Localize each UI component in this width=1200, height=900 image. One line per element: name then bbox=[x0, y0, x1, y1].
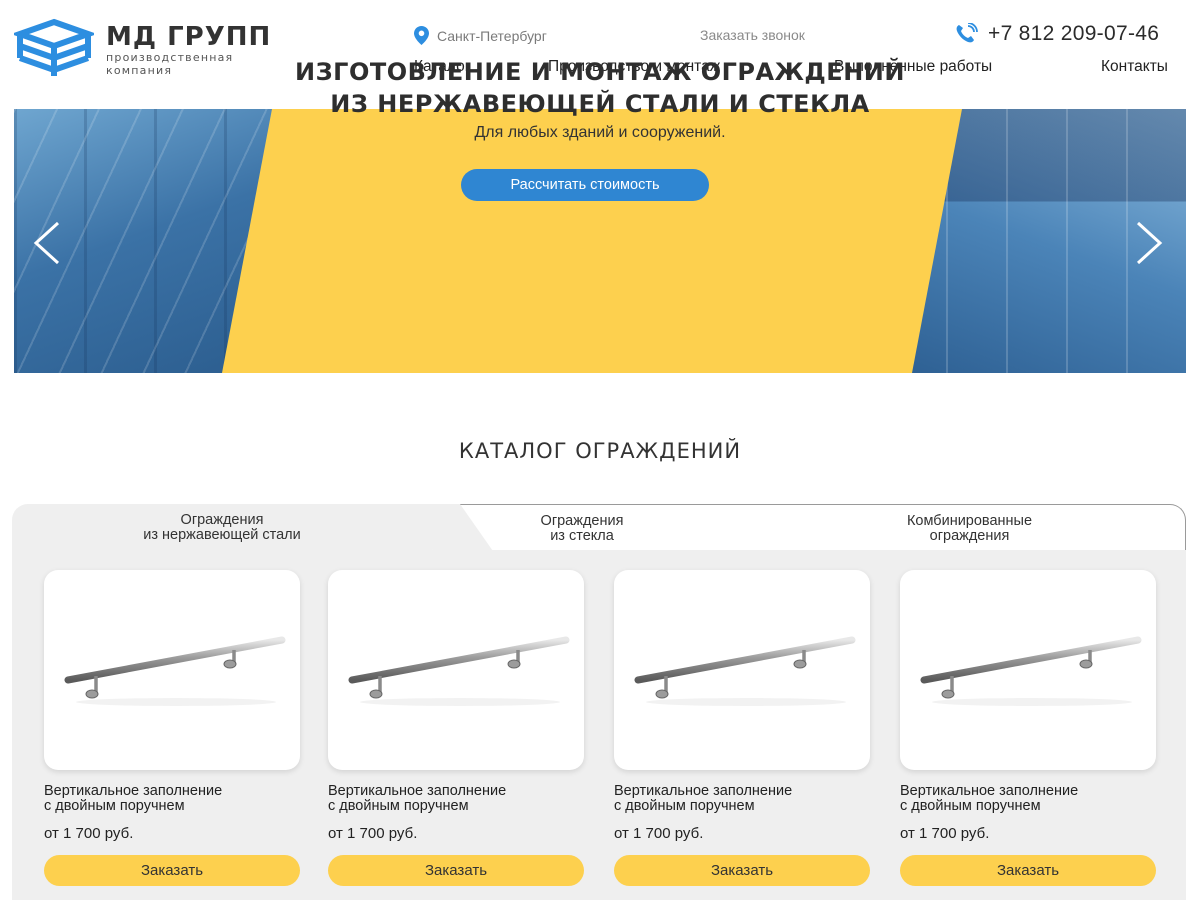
order-button[interactable]: Заказать bbox=[614, 855, 870, 886]
tab-label-line-2: из нержавеющей стали bbox=[143, 527, 301, 543]
chevron-left-icon[interactable] bbox=[28, 219, 64, 267]
product-price: от 1 700 руб. bbox=[328, 825, 418, 842]
product-card[interactable]: Вертикальное заполнение с двойным поручн… bbox=[614, 570, 870, 886]
hero-title-line-1: ИЗГОТОВЛЕНИЕ И МОНТАЖ ОГРАЖДЕНИЙ bbox=[295, 58, 905, 86]
product-title: Вертикальное заполнение с двойным поручн… bbox=[900, 784, 1156, 814]
handrail-image[interactable] bbox=[44, 570, 300, 770]
hero-title-line-2: ИЗ НЕРЖАВЕЮЩЕЙ СТАЛИ И СТЕКЛА bbox=[330, 90, 870, 118]
handrail-image[interactable] bbox=[328, 570, 584, 770]
hero-slider bbox=[14, 109, 1186, 373]
catalog-title: КАТАЛОГ ОГРАЖДЕНИЙ bbox=[458, 439, 742, 463]
product-title: Вертикальное заполнение с двойным поручн… bbox=[44, 784, 300, 814]
tab-stainless-steel[interactable]: Ограждения из нержавеющей стали bbox=[12, 504, 432, 552]
tab-label-line-1: Комбинированные bbox=[906, 513, 1033, 529]
product-title-line-2: с двойным поручнем bbox=[614, 798, 755, 814]
order-button[interactable]: Заказать bbox=[44, 855, 300, 886]
location-pin-icon bbox=[414, 26, 429, 45]
callback-link[interactable]: Заказать звонок bbox=[700, 27, 805, 43]
city-selector[interactable]: Санкт-Петербург bbox=[414, 26, 547, 45]
tab-label-line-2: ограждения bbox=[929, 528, 1010, 544]
tab-label-line-2: из стекла bbox=[550, 528, 614, 544]
handrail-icon bbox=[920, 636, 1142, 706]
product-price: от 1 700 руб. bbox=[614, 825, 704, 842]
product-price: от 1 700 руб. bbox=[900, 825, 990, 842]
product-title-line-2: с двойным поручнем bbox=[44, 798, 185, 814]
hero-title: ИЗГОТОВЛЕНИЕ И МОНТАЖ ОГРАЖДЕНИЙ ИЗ НЕРЖ… bbox=[14, 56, 1186, 120]
product-card[interactable]: Вертикальное заполнение с двойным поручн… bbox=[900, 570, 1156, 886]
product-title-line-1: Вертикальное заполнение bbox=[328, 783, 507, 799]
product-title: Вертикальное заполнение с двойным поручн… bbox=[328, 784, 584, 814]
brand-name: МД ГРУПП bbox=[106, 22, 272, 52]
city-label: Санкт-Петербург bbox=[437, 27, 547, 44]
hero-subtitle: Для любых зданий и сооружений. bbox=[474, 124, 726, 141]
order-button[interactable]: Заказать bbox=[900, 855, 1156, 886]
tab-label-line-1: Ограждения bbox=[180, 512, 264, 528]
phone-link[interactable]: +7 812 209-07-46 bbox=[954, 22, 1159, 46]
hero-yellow-panel bbox=[222, 109, 962, 373]
tab-label-line-1: Ограждения bbox=[540, 513, 624, 529]
catalog-tabs: Комбинированные ограждения Ограждения из… bbox=[12, 504, 1186, 900]
product-title-line-1: Вертикальное заполнение bbox=[900, 783, 1079, 799]
chevron-right-icon[interactable] bbox=[1132, 219, 1168, 267]
product-card[interactable]: Вертикальное заполнение с двойным поручн… bbox=[328, 570, 584, 886]
product-title-line-2: с двойным поручнем bbox=[328, 798, 469, 814]
phone-number: +7 812 209-07-46 bbox=[988, 22, 1160, 45]
handrail-icon bbox=[64, 636, 286, 706]
product-price: от 1 700 руб. bbox=[44, 825, 134, 842]
tab-combined[interactable]: Комбинированные ограждения bbox=[754, 504, 1186, 552]
product-title-line-1: Вертикальное заполнение bbox=[614, 783, 793, 799]
handrail-image[interactable] bbox=[614, 570, 870, 770]
product-title-line-2: с двойным поручнем bbox=[900, 798, 1041, 814]
handrail-icon bbox=[634, 636, 856, 706]
phone-icon bbox=[956, 23, 978, 43]
calculate-cost-button[interactable]: Рассчитать стоимость bbox=[461, 169, 709, 201]
handrail-image[interactable] bbox=[900, 570, 1156, 770]
product-card[interactable]: Вертикальное заполнение с двойным поручн… bbox=[44, 570, 300, 886]
product-title: Вертикальное заполнение с двойным поручн… bbox=[614, 784, 870, 814]
product-title-line-1: Вертикальное заполнение bbox=[44, 783, 223, 799]
order-button[interactable]: Заказать bbox=[328, 855, 584, 886]
handrail-icon bbox=[348, 636, 570, 706]
